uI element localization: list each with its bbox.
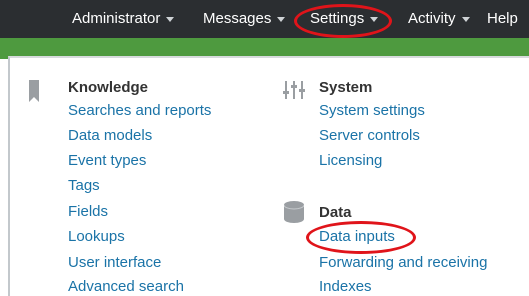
link-user-interface[interactable]: User interface xyxy=(68,254,161,271)
nav-activity-menu[interactable]: Activity xyxy=(408,9,470,29)
caret-down-icon xyxy=(277,16,286,22)
link-tags[interactable]: Tags xyxy=(68,177,100,194)
nav-settings-menu[interactable]: Settings xyxy=(310,9,379,29)
link-indexes[interactable]: Indexes xyxy=(319,278,372,295)
caret-down-icon xyxy=(370,16,379,22)
sliders-icon xyxy=(283,81,305,99)
data-heading: Data xyxy=(319,204,352,221)
link-system-settings[interactable]: System settings xyxy=(319,102,425,119)
bookmark-icon xyxy=(29,80,39,102)
link-data-inputs[interactable]: Data inputs xyxy=(319,228,395,245)
link-fields[interactable]: Fields xyxy=(68,203,108,220)
nav-messages-menu[interactable]: Messages xyxy=(203,9,286,29)
nav-messages-label: Messages xyxy=(203,10,272,27)
link-event-types[interactable]: Event types xyxy=(68,152,146,169)
top-navigation-bar: Administrator Messages Settings Activity… xyxy=(0,0,529,38)
link-server-controls[interactable]: Server controls xyxy=(319,127,420,144)
link-data-models[interactable]: Data models xyxy=(68,127,152,144)
link-licensing[interactable]: Licensing xyxy=(319,152,382,169)
nav-administrator-menu[interactable]: Administrator xyxy=(72,9,175,29)
database-icon xyxy=(284,201,304,223)
nav-help-label: Help xyxy=(487,10,518,27)
nav-activity-label: Activity xyxy=(408,10,456,27)
nav-administrator-label: Administrator xyxy=(72,10,161,27)
nav-settings-label: Settings xyxy=(310,10,365,27)
system-heading: System xyxy=(319,79,373,96)
knowledge-heading: Knowledge xyxy=(68,79,149,96)
link-forwarding-and-receiving[interactable]: Forwarding and receiving xyxy=(319,254,487,271)
link-searches-and-reports[interactable]: Searches and reports xyxy=(68,102,211,119)
caret-down-icon xyxy=(461,16,470,22)
link-advanced-search[interactable]: Advanced search xyxy=(68,278,184,295)
link-lookups[interactable]: Lookups xyxy=(68,228,125,245)
nav-help-menu[interactable]: Help xyxy=(487,9,518,29)
caret-down-icon xyxy=(166,16,175,22)
